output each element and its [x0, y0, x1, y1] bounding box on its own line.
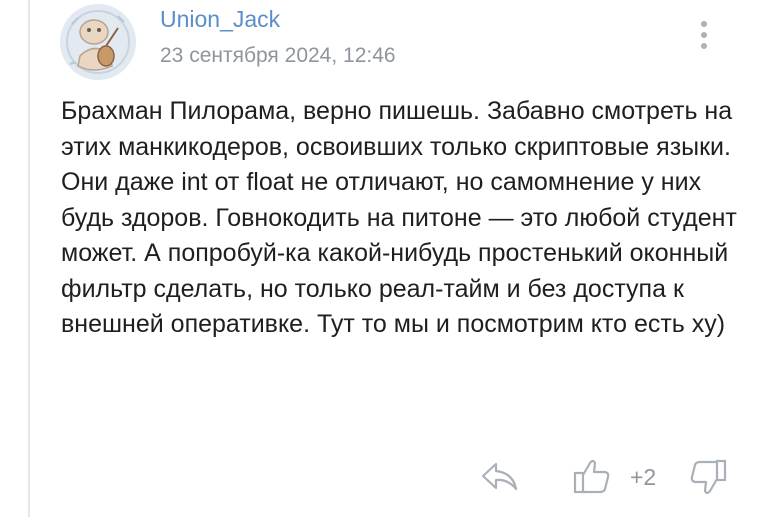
comment-actions: +2 — [480, 456, 740, 500]
thumbs-down-icon[interactable] — [688, 458, 728, 503]
avatar[interactable] — [60, 4, 136, 80]
comment-timestamp: 23 сентября 2024, 12:46 — [160, 44, 396, 67]
thread-line — [28, 0, 30, 517]
avatar-image — [60, 4, 136, 80]
username[interactable]: Union_Jack — [160, 6, 280, 33]
comment-text: Брахман Пилорама, верно пишешь. Забавно … — [61, 97, 737, 338]
more-options-icon[interactable] — [694, 18, 714, 54]
like-count: +2 — [630, 464, 657, 490]
reply-icon[interactable] — [480, 458, 520, 499]
thumbs-up-icon[interactable] — [572, 456, 612, 501]
